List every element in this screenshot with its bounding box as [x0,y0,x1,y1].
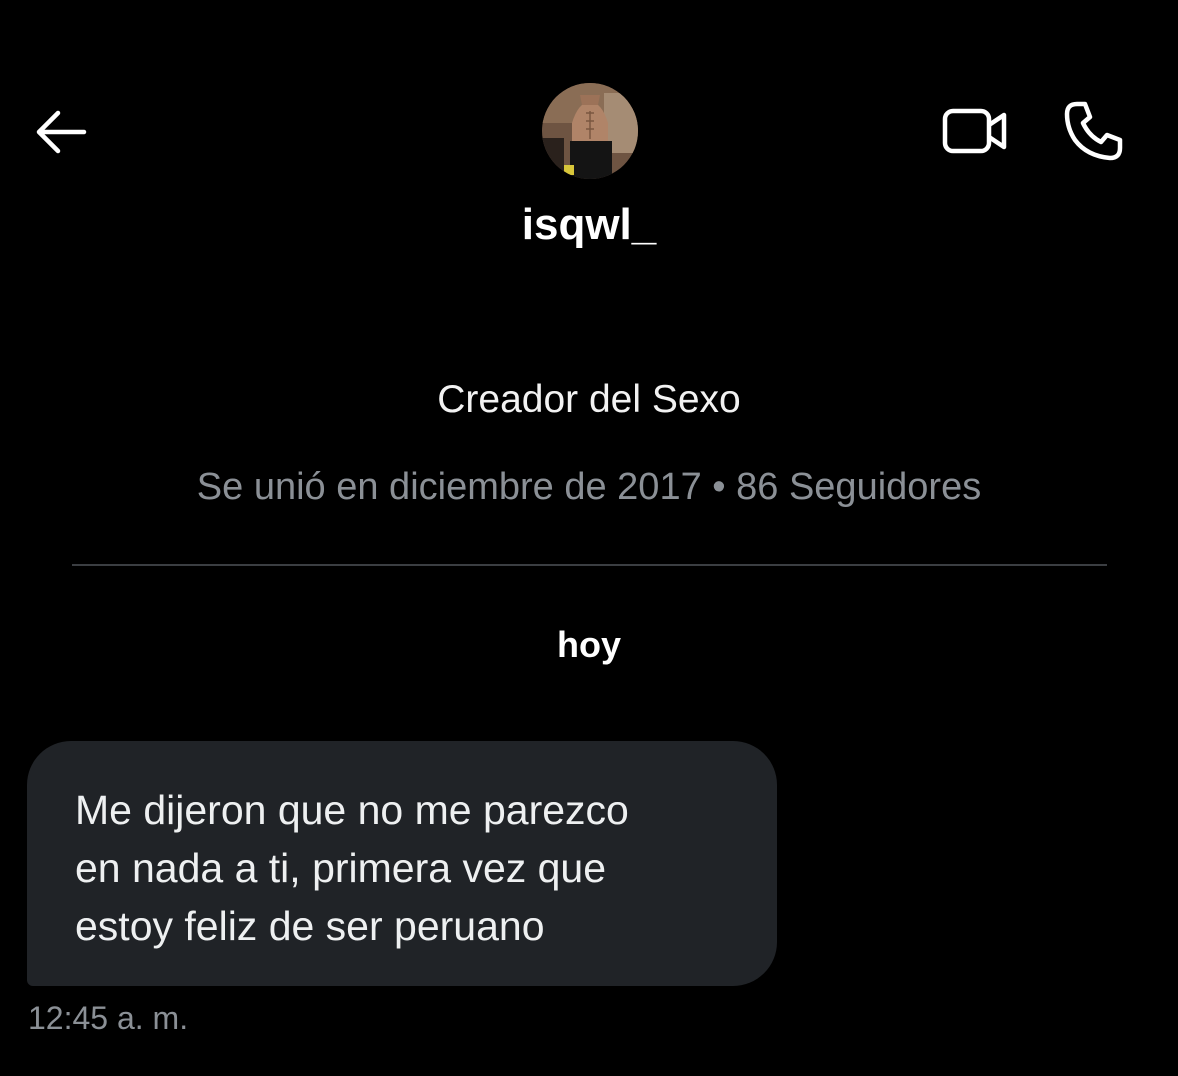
voice-call-button[interactable] [1060,98,1130,164]
username[interactable]: isqwl_ [0,200,1178,250]
back-button[interactable] [30,104,90,160]
message-line: estoy feliz de ser peruano [75,903,545,949]
profile-bio: Creador del Sexo [437,378,741,421]
day-separator: hoy [556,624,621,665]
message-timestamp: 12:45 a. m. [28,1000,189,1036]
dm-conversation-screen: isqwl_ Creador del Sexo Se unió en dicie… [0,0,1178,1076]
arrow-left-icon [36,110,87,154]
profile-meta: Se unió en diciembre de 2017 • 86 Seguid… [196,466,982,508]
phone-icon [1064,101,1123,161]
message-line: en nada a ti, primera vez que [75,845,607,891]
message-line: Me dijeron que no me parezco [75,787,629,833]
divider [72,564,1107,566]
video-camera-icon [942,108,1007,154]
video-call-button[interactable] [938,100,1012,162]
avatar[interactable] [542,83,638,179]
message-bubble[interactable]: Me dijeron que no me parezco en nada a t… [27,741,777,986]
profile-photo [542,83,638,179]
